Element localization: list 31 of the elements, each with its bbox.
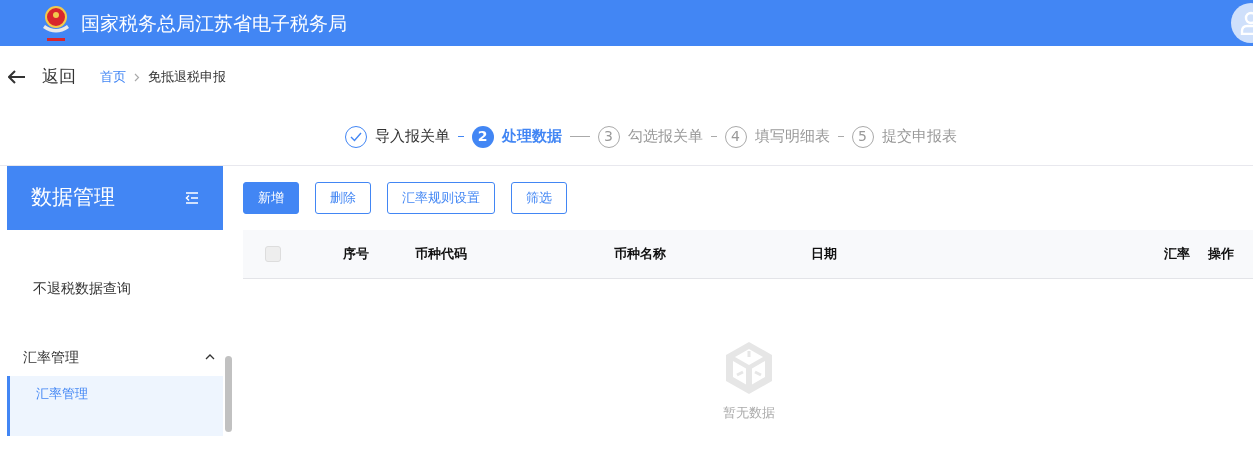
step-number: 2 (471, 125, 494, 148)
cube-icon (724, 340, 773, 395)
column-header: 操作 (1208, 244, 1235, 263)
step-label: 导入报关单 (374, 126, 450, 148)
column-header: 日期 (811, 244, 838, 263)
sidebar-title: 数据管理 (31, 184, 115, 212)
step-label: 勾选报关单 (627, 126, 703, 148)
sidebar-item[interactable]: 汇率管理 (7, 376, 223, 436)
site-title: 国家税务总局江苏省电子税务局 (81, 10, 347, 36)
toolbar-button[interactable]: 新增 (243, 182, 299, 214)
collapse-menu-icon[interactable] (185, 192, 199, 204)
column-header: 序号 (343, 244, 370, 263)
column-header: 币种名称 (614, 244, 667, 263)
step-label: 填写明细表 (754, 126, 830, 148)
toolbar-button[interactable]: 删除 (315, 182, 371, 214)
scrollbar-thumb[interactable] (225, 356, 232, 432)
column-header: 币种代码 (415, 244, 468, 263)
sidebar-item[interactable]: 不退税数据查询 (7, 258, 223, 318)
column-header: 汇率 (1164, 244, 1191, 263)
toolbar-button[interactable]: 汇率规则设置 (387, 182, 495, 214)
back-link[interactable]: 返回 (8, 64, 76, 90)
toolbar-button[interactable]: 筛选 (511, 182, 567, 214)
sidebar-group[interactable]: 汇率管理 (7, 338, 223, 376)
empty-message: 暂无数据 (722, 403, 775, 422)
step-label: 提交申报表 (881, 126, 957, 148)
back-arrow-icon (8, 70, 26, 84)
chevron-icon (134, 72, 140, 82)
breadcrumb-link[interactable]: 首页 (100, 67, 126, 87)
chevron-up-icon (205, 354, 215, 360)
breadcrumb-current: 免抵退税申报 (148, 68, 226, 87)
step-label: 处理数据 (501, 126, 562, 148)
